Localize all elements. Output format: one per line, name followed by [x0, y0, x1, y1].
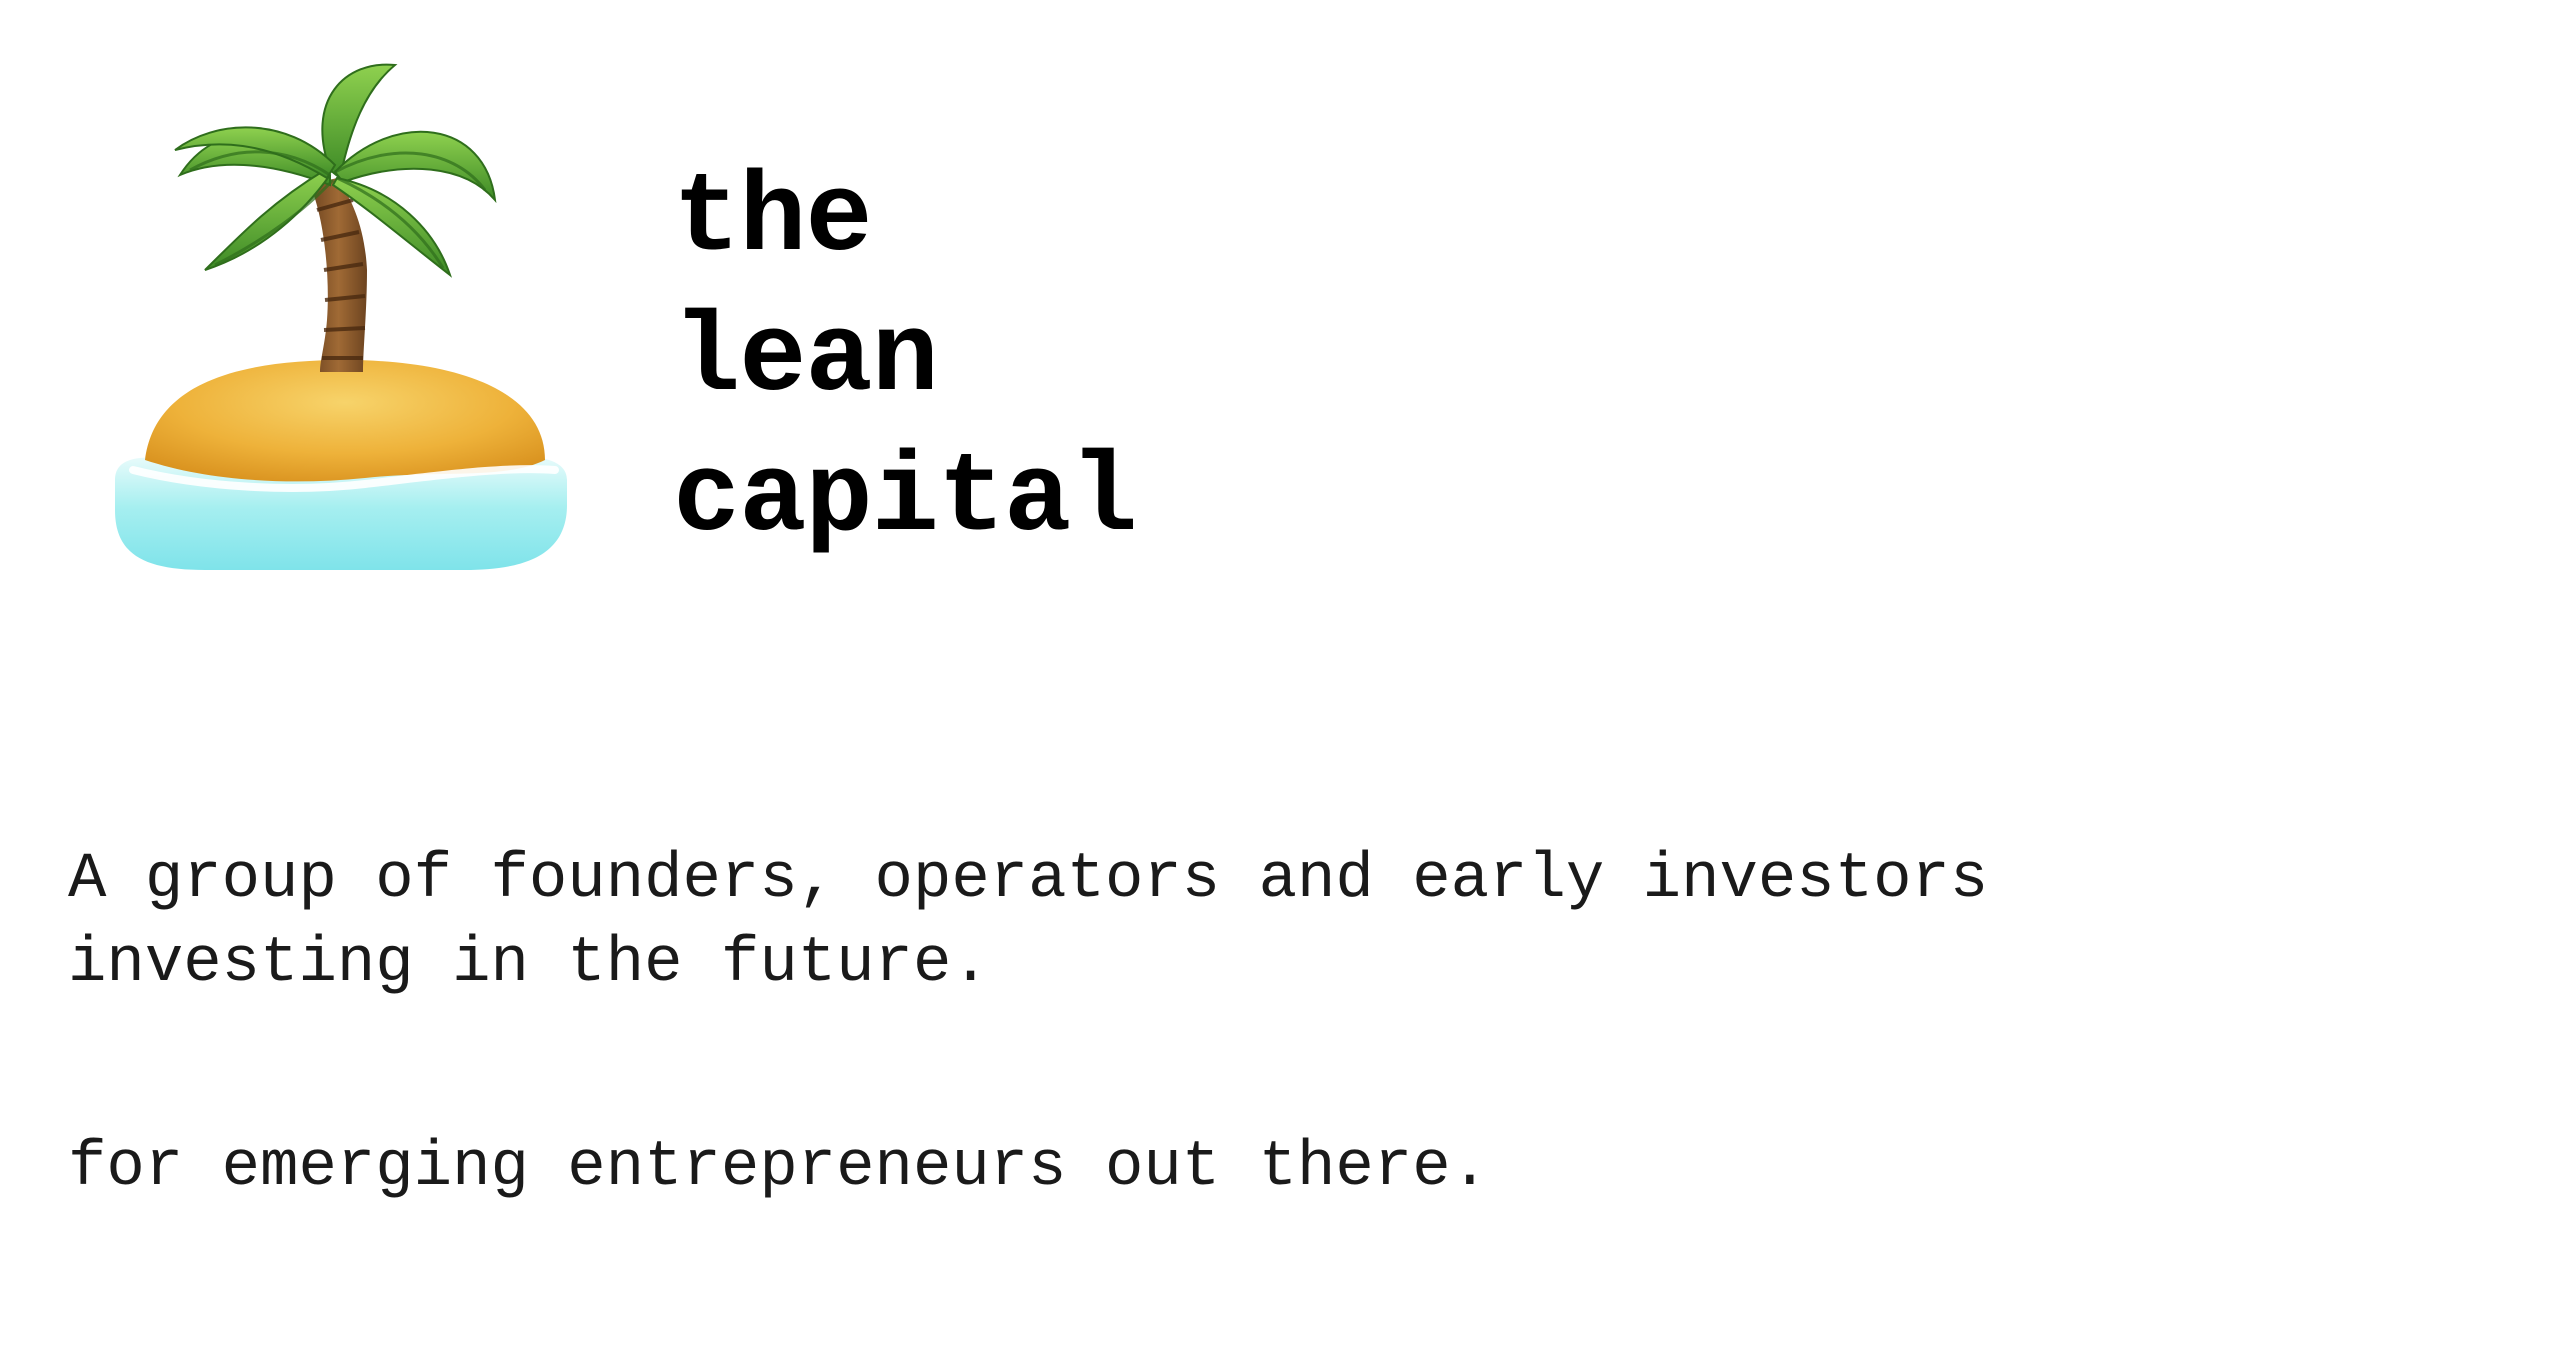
brand-title-line: capital [673, 436, 1137, 563]
header: the lean capital [105, 60, 1305, 580]
brand-title: the lean capital [673, 150, 1137, 570]
main-content: A group of founders, operators and early… [68, 838, 2368, 1210]
desert-island-icon [105, 60, 575, 570]
subline: for emerging entrepreneurs out there. [68, 1132, 1490, 1204]
tagline: A group of founders, operators and early… [68, 844, 1989, 1000]
brand-title-line: the [673, 156, 873, 283]
page: the lean capital A group of founders, op… [0, 0, 2561, 1363]
brand-title-line: lean [673, 296, 939, 423]
